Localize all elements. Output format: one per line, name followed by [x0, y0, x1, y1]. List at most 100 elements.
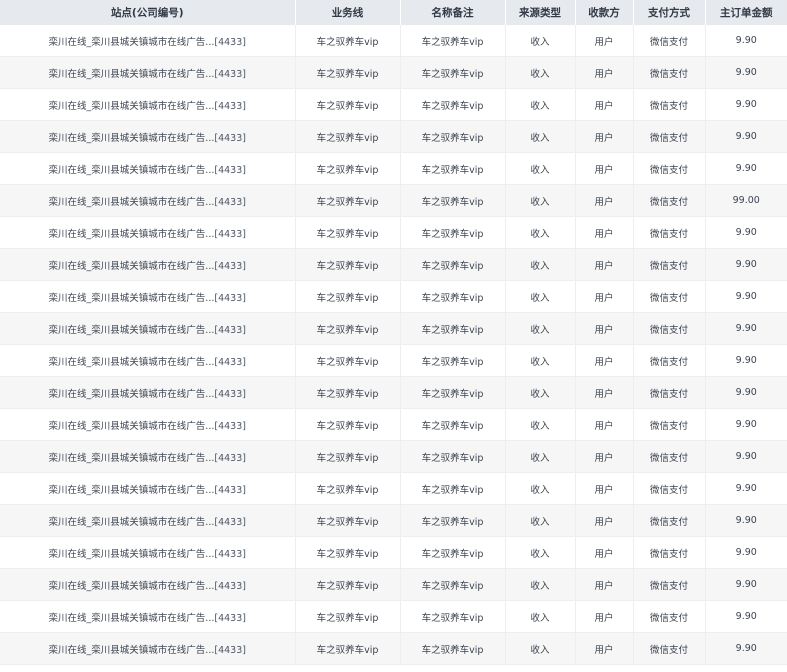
cell-payee: 用户: [575, 632, 634, 665]
table-row[interactable]: 栾川在线_栾川县城关镇城市在线广告...[4433] 车之驭养车vip 车之驭养车v…: [0, 184, 787, 217]
cell-source-type: 收入: [505, 56, 576, 89]
cell-business-line: 车之驭养车vip: [295, 25, 401, 57]
table-row[interactable]: 栾川在线_栾川县城关镇城市在线广告...[4433] 车之驭养车vip 车之驭养车v…: [0, 504, 787, 537]
site-name: 栾川在线_栾川县城关镇城市在线广告...: [48, 68, 215, 80]
cell-site: 栾川在线_栾川县城关镇城市在线广告...[4433]: [0, 408, 296, 441]
table-row[interactable]: 栾川在线_栾川县城关镇城市在线广告...[4433] 车之驭养车vip 车之驭养车v…: [0, 600, 787, 633]
cell-business-line: 车之驭养车vip: [295, 472, 401, 505]
column-header-source-type[interactable]: 来源类型: [505, 0, 576, 25]
cell-payment-method: 微信支付: [633, 248, 706, 281]
cell-site: 栾川在线_栾川县城关镇城市在线广告...[4433]: [0, 632, 296, 665]
table-row[interactable]: 栾川在线_栾川县城关镇城市在线广告...[4433] 车之驭养车vip 车之驭养车v…: [0, 248, 787, 281]
cell-name-note: 车之驭养车vip: [400, 56, 506, 89]
cell-source-type: 收入: [505, 25, 576, 57]
table-row[interactable]: 栾川在线_栾川县城关镇城市在线广告...[4433] 车之驭养车vip 车之驭养车v…: [0, 472, 787, 505]
cell-amount: 9.90: [705, 568, 787, 601]
cell-name-note: 车之驭养车vip: [400, 408, 506, 441]
cell-site: 栾川在线_栾川县城关镇城市在线广告...[4433]: [0, 568, 296, 601]
table-header: 站点(公司编号) 业务线 名称备注 来源类型 收款方 支付方式 主订单金额: [0, 0, 787, 25]
cell-site: 栾川在线_栾川县城关镇城市在线广告...[4433]: [0, 504, 296, 537]
table-row[interactable]: 栾川在线_栾川县城关镇城市在线广告...[4433] 车之驭养车vip 车之驭养车v…: [0, 536, 787, 569]
cell-amount: 9.90: [705, 152, 787, 185]
cell-payment-method: 微信支付: [633, 56, 706, 89]
site-name: 栾川在线_栾川县城关镇城市在线广告...: [48, 356, 215, 368]
column-header-business-line[interactable]: 业务线: [295, 0, 401, 25]
cell-business-line: 车之驭养车vip: [295, 408, 401, 441]
cell-amount: 9.90: [705, 344, 787, 377]
column-header-name-note[interactable]: 名称备注: [400, 0, 506, 25]
site-name: 栾川在线_栾川县城关镇城市在线广告...: [48, 100, 215, 112]
cell-business-line: 车之驭养车vip: [295, 152, 401, 185]
table-row[interactable]: 栾川在线_栾川县城关镇城市在线广告...[4433] 车之驭养车vip 车之驭养车v…: [0, 376, 787, 409]
cell-payment-method: 微信支付: [633, 25, 706, 57]
cell-payment-method: 微信支付: [633, 504, 706, 537]
site-name: 栾川在线_栾川县城关镇城市在线广告...: [48, 228, 215, 240]
cell-business-line: 车之驭养车vip: [295, 280, 401, 313]
cell-payment-method: 微信支付: [633, 408, 706, 441]
table-row[interactable]: 栾川在线_栾川县城关镇城市在线广告...[4433] 车之驭养车vip 车之驭养车v…: [0, 312, 787, 345]
cell-payment-method: 微信支付: [633, 472, 706, 505]
table-row[interactable]: 栾川在线_栾川县城关镇城市在线广告...[4433] 车之驭养车vip 车之驭养车v…: [0, 568, 787, 601]
cell-source-type: 收入: [505, 376, 576, 409]
cell-name-note: 车之驭养车vip: [400, 25, 506, 57]
cell-payment-method: 微信支付: [633, 312, 706, 345]
table-row[interactable]: 栾川在线_栾川县城关镇城市在线广告...[4433] 车之驭养车vip 车之驭养车v…: [0, 632, 787, 665]
cell-business-line: 车之驭养车vip: [295, 600, 401, 633]
cell-business-line: 车之驭养车vip: [295, 344, 401, 377]
site-name: 栾川在线_栾川县城关镇城市在线广告...: [48, 324, 215, 336]
site-name: 栾川在线_栾川县城关镇城市在线广告...: [48, 420, 215, 432]
table-row[interactable]: 栾川在线_栾川县城关镇城市在线广告...[4433] 车之驭养车vip 车之驭养车v…: [0, 120, 787, 153]
column-header-payment-method[interactable]: 支付方式: [633, 0, 706, 25]
table-row[interactable]: 栾川在线_栾川县城关镇城市在线广告...[4433] 车之驭养车vip 车之驭养车v…: [0, 152, 787, 185]
cell-payee: 用户: [575, 216, 634, 249]
table-row[interactable]: 栾川在线_栾川县城关镇城市在线广告...[4433] 车之驭养车vip 车之驭养车v…: [0, 440, 787, 473]
column-header-payee[interactable]: 收款方: [575, 0, 634, 25]
cell-amount: 9.90: [705, 248, 787, 281]
company-code: [4433]: [214, 36, 246, 48]
cell-payee: 用户: [575, 25, 634, 57]
cell-name-note: 车之驭养车vip: [400, 280, 506, 313]
table-row[interactable]: 栾川在线_栾川县城关镇城市在线广告...[4433] 车之驭养车vip 车之驭养车v…: [0, 25, 787, 57]
cell-name-note: 车之驭养车vip: [400, 248, 506, 281]
cell-business-line: 车之驭养车vip: [295, 440, 401, 473]
cell-name-note: 车之驭养车vip: [400, 120, 506, 153]
company-code: [4433]: [214, 260, 246, 272]
table-row[interactable]: 栾川在线_栾川县城关镇城市在线广告...[4433] 车之驭养车vip 车之驭养车v…: [0, 408, 787, 441]
column-header-amount[interactable]: 主订单金额: [705, 0, 787, 25]
table-row[interactable]: 栾川在线_栾川县城关镇城市在线广告...[4433] 车之驭养车vip 车之驭养车v…: [0, 88, 787, 121]
cell-name-note: 车之驭养车vip: [400, 440, 506, 473]
site-name: 栾川在线_栾川县城关镇城市在线广告...: [48, 164, 215, 176]
cell-source-type: 收入: [505, 312, 576, 345]
cell-amount: 9.90: [705, 88, 787, 121]
site-name: 栾川在线_栾川县城关镇城市在线广告...: [48, 644, 215, 656]
cell-site: 栾川在线_栾川县城关镇城市在线广告...[4433]: [0, 216, 296, 249]
cell-name-note: 车之驭养车vip: [400, 184, 506, 217]
company-code: [4433]: [214, 516, 246, 528]
cell-source-type: 收入: [505, 184, 576, 217]
cell-site: 栾川在线_栾川县城关镇城市在线广告...[4433]: [0, 472, 296, 505]
cell-site: 栾川在线_栾川县城关镇城市在线广告...[4433]: [0, 600, 296, 633]
cell-payee: 用户: [575, 536, 634, 569]
cell-name-note: 车之驭养车vip: [400, 600, 506, 633]
cell-name-note: 车之驭养车vip: [400, 216, 506, 249]
cell-source-type: 收入: [505, 600, 576, 633]
table-row[interactable]: 栾川在线_栾川县城关镇城市在线广告...[4433] 车之驭养车vip 车之驭养车v…: [0, 216, 787, 249]
cell-amount: 9.90: [705, 376, 787, 409]
site-name: 栾川在线_栾川县城关镇城市在线广告...: [48, 484, 215, 496]
cell-business-line: 车之驭养车vip: [295, 536, 401, 569]
table-row[interactable]: 栾川在线_栾川县城关镇城市在线广告...[4433] 车之驭养车vip 车之驭养车v…: [0, 344, 787, 377]
company-code: [4433]: [214, 164, 246, 176]
cell-payee: 用户: [575, 504, 634, 537]
company-code: [4433]: [214, 452, 246, 464]
cell-name-note: 车之驭养车vip: [400, 344, 506, 377]
cell-amount: 9.90: [705, 472, 787, 505]
column-header-site[interactable]: 站点(公司编号): [0, 0, 296, 25]
cell-payment-method: 微信支付: [633, 344, 706, 377]
cell-site: 栾川在线_栾川县城关镇城市在线广告...[4433]: [0, 248, 296, 281]
cell-business-line: 车之驭养车vip: [295, 184, 401, 217]
cell-payment-method: 微信支付: [633, 632, 706, 665]
table-row[interactable]: 栾川在线_栾川县城关镇城市在线广告...[4433] 车之驭养车vip 车之驭养车v…: [0, 280, 787, 313]
cell-site: 栾川在线_栾川县城关镇城市在线广告...[4433]: [0, 88, 296, 121]
cell-payee: 用户: [575, 440, 634, 473]
table-row[interactable]: 栾川在线_栾川县城关镇城市在线广告...[4433] 车之驭养车vip 车之驭养车v…: [0, 56, 787, 89]
